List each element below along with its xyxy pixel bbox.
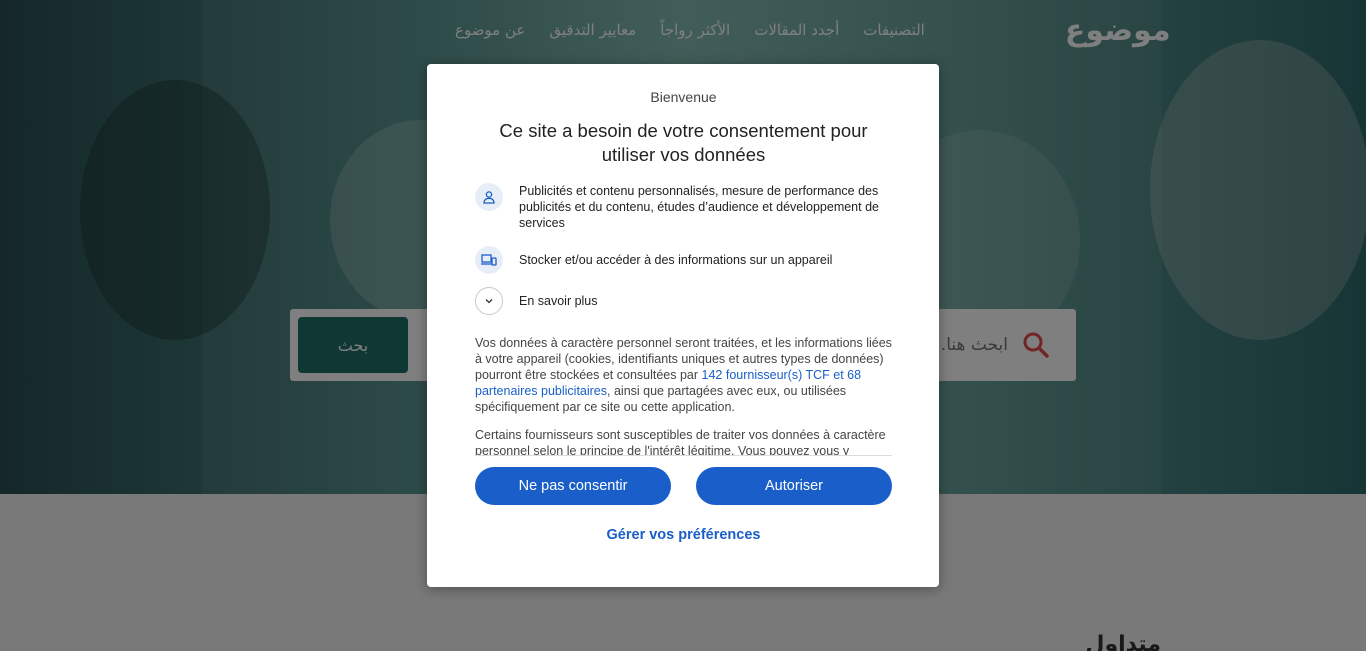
- dialog-welcome: Bienvenue: [650, 89, 717, 105]
- chevron-down-icon[interactable]: [475, 287, 503, 315]
- purpose-item-personalised-ads: Publicités et contenu personnalisés, mes…: [475, 183, 892, 231]
- person-icon: [475, 183, 503, 211]
- devices-icon: [475, 246, 503, 274]
- consent-details-paragraph: Vos données à caractère personnel seront…: [475, 335, 892, 415]
- accept-button[interactable]: Autoriser: [696, 467, 892, 505]
- purpose-text: Publicités et contenu personnalisés, mes…: [519, 184, 879, 230]
- decline-button[interactable]: Ne pas consentir: [475, 467, 671, 505]
- manage-preferences-link[interactable]: Gérer vos préférences: [475, 527, 892, 543]
- consent-details-scrollable[interactable]: Vos données à caractère personnel seront…: [475, 335, 892, 456]
- consent-buttons: Ne pas consentir Autoriser: [475, 467, 892, 505]
- dialog-title: Ce site a besoin de votre consentement p…: [499, 120, 868, 165]
- legitimate-interest-paragraph: Certains fournisseurs sont susceptibles …: [475, 428, 886, 456]
- learn-more-toggle[interactable]: En savoir plus: [475, 287, 892, 315]
- consent-dialog: Bienvenue Ce site a besoin de votre cons…: [427, 64, 939, 587]
- purpose-text: Stocker et/ou accéder à des informations…: [519, 253, 833, 267]
- purpose-item-device-storage: Stocker et/ou accéder à des informations…: [475, 246, 892, 274]
- learn-more-label[interactable]: En savoir plus: [519, 293, 598, 309]
